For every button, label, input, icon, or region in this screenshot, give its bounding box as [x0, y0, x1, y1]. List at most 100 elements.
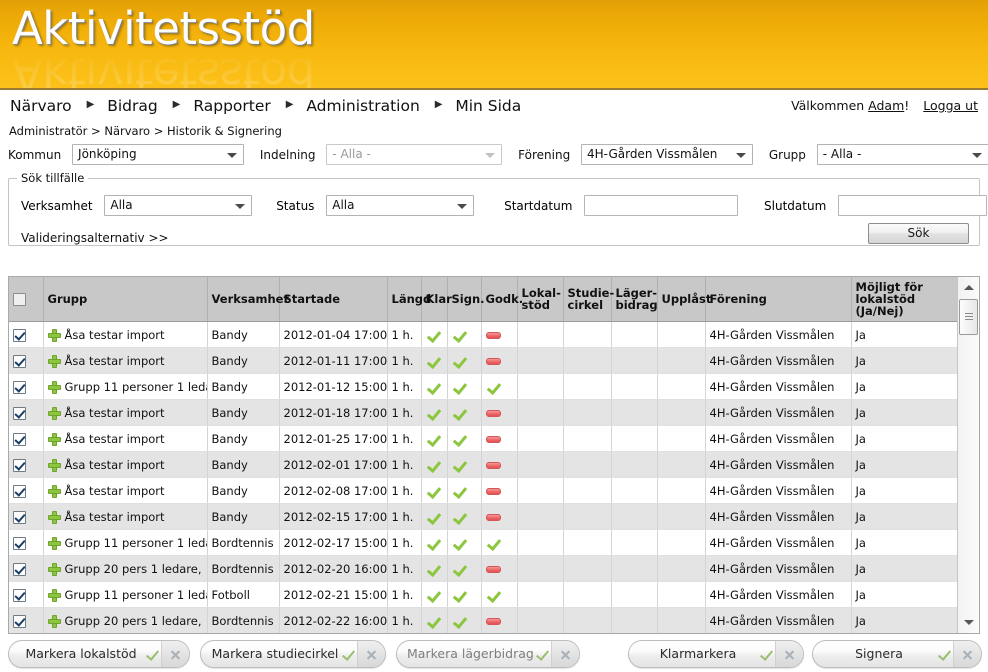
row-checkbox[interactable]	[13, 380, 26, 394]
header-lagerbidrag[interactable]: Läger-bidrag	[611, 277, 658, 322]
row-select-cell	[9, 607, 44, 633]
expand-plus-icon[interactable]	[47, 562, 61, 576]
expand-plus-icon[interactable]	[47, 588, 61, 602]
cell-klar	[421, 451, 448, 478]
cell-sign	[447, 321, 482, 348]
header-lokalstod[interactable]: Lokal-stöd	[517, 277, 564, 322]
expand-plus-icon[interactable]	[47, 458, 61, 472]
header-sign[interactable]: Sign.	[447, 277, 485, 322]
clear-icon[interactable]	[775, 641, 803, 667]
check-icon	[452, 459, 466, 471]
row-checkbox[interactable]	[13, 328, 26, 342]
cell-mojligt-lokalstod: Ja	[851, 347, 957, 374]
minus-icon	[485, 565, 501, 573]
expand-plus-icon[interactable]	[47, 354, 61, 368]
check-icon[interactable]	[760, 648, 773, 660]
search-button[interactable]: Sök	[868, 223, 969, 244]
markera-studiecirkel-button[interactable]: Markera studiecirkel	[200, 640, 386, 668]
expand-plus-icon[interactable]	[47, 432, 61, 446]
header-upplast[interactable]: Upplåst	[657, 277, 711, 322]
scrollbar-thumb[interactable]	[959, 299, 978, 335]
slutdatum-input[interactable]	[838, 195, 988, 216]
row-checkbox[interactable]	[13, 458, 26, 472]
row-checkbox[interactable]	[13, 562, 26, 576]
row-checkbox[interactable]	[13, 406, 26, 420]
clear-icon[interactable]	[161, 641, 189, 667]
validation-options-link[interactable]: Valideringsalternativ >>	[21, 231, 169, 245]
cell-langd: 1 h.	[387, 607, 422, 633]
header-langd[interactable]: Längd	[387, 277, 431, 322]
page-root: Aktivitetsstöd Aktivitetsstöd Närvaro ▶ …	[0, 0, 988, 672]
expand-plus-icon[interactable]	[47, 536, 61, 550]
table-row: Grupp 11 personer 1 ledareBordtennis2012…	[9, 529, 957, 556]
header-forening[interactable]: Förening	[705, 277, 852, 322]
markera-lagerbidrag-button[interactable]: Markera lägerbidrag	[396, 640, 580, 668]
kommun-select[interactable]: Jönköping	[72, 144, 245, 165]
cell-grupp-text: Åsa testar import	[64, 483, 165, 498]
header-mojligt-lokalstod[interactable]: Möjligt för lokalstöd (Ja/Nej)	[851, 277, 957, 322]
triangle-down-icon	[964, 620, 974, 625]
vertical-scrollbar[interactable]	[957, 277, 979, 633]
header-startade[interactable]: Startade	[279, 277, 388, 322]
nav-item-administration[interactable]: Administration	[304, 97, 421, 115]
scroll-down-button[interactable]	[960, 614, 977, 631]
grupp-select[interactable]: - Alla -	[816, 144, 988, 165]
header-grupp[interactable]: Grupp	[43, 277, 208, 322]
row-checkbox[interactable]	[13, 536, 26, 550]
cell-grupp-text: Grupp 11 personer 1 ledare	[64, 587, 207, 602]
row-select-cell	[9, 451, 44, 478]
logout-link[interactable]: Logga ut	[923, 98, 978, 113]
klarmarkera-button[interactable]: Klarmarkera	[628, 640, 804, 668]
expand-plus-icon[interactable]	[47, 510, 61, 524]
nav-item-narvaro[interactable]: Närvaro	[8, 97, 74, 115]
header-godk[interactable]: Godk.	[481, 277, 523, 322]
scroll-up-button[interactable]	[960, 279, 977, 296]
clear-icon[interactable]	[357, 641, 385, 667]
row-checkbox[interactable]	[13, 432, 26, 446]
clear-icon[interactable]	[953, 641, 981, 667]
row-checkbox[interactable]	[13, 510, 26, 524]
expand-plus-icon[interactable]	[47, 406, 61, 420]
minus-icon	[485, 409, 501, 417]
nav-item-rapporter[interactable]: Rapporter	[191, 97, 272, 115]
header-verksamhet[interactable]: Verksamhet	[207, 277, 289, 322]
check-icon[interactable]	[342, 648, 355, 660]
signera-button[interactable]: Signera	[812, 640, 982, 668]
current-user-link[interactable]: Adam	[868, 98, 904, 113]
check-icon	[452, 381, 466, 393]
check-icon	[452, 563, 466, 575]
verksamhet-select[interactable]: Alla	[104, 195, 253, 216]
cell-forening: 4H-Gården Vissmålen	[705, 399, 852, 426]
check-icon[interactable]	[146, 648, 159, 660]
indelning-select[interactable]: - Alla -	[326, 144, 503, 165]
nav-item-bidrag[interactable]: Bidrag	[105, 97, 160, 115]
check-icon	[452, 329, 466, 341]
cell-klar	[421, 347, 448, 374]
cell-langd: 1 h.	[387, 503, 422, 530]
startdatum-input[interactable]	[584, 195, 739, 216]
check-icon	[426, 589, 440, 601]
expand-plus-icon[interactable]	[47, 614, 61, 628]
row-checkbox[interactable]	[13, 354, 26, 368]
forening-select[interactable]: 4H-Gården Vissmålen	[581, 144, 754, 165]
check-icon	[452, 407, 466, 419]
select-all-checkbox[interactable]	[13, 292, 26, 306]
markera-lokalstod-button[interactable]: Markera lokalstöd	[8, 640, 190, 668]
expand-plus-icon[interactable]	[47, 484, 61, 498]
row-checkbox[interactable]	[13, 614, 26, 628]
status-select[interactable]: Alla	[326, 195, 475, 216]
cell-grupp-text: Grupp 11 personer 1 ledare	[64, 535, 207, 550]
nav-item-min-sida[interactable]: Min Sida	[453, 97, 523, 115]
check-icon[interactable]	[536, 648, 549, 660]
expand-plus-icon[interactable]	[47, 328, 61, 342]
cell-grupp-text: Åsa testar import	[64, 405, 165, 420]
row-checkbox[interactable]	[13, 484, 26, 498]
row-checkbox[interactable]	[13, 588, 26, 602]
cell-lagerbidrag	[611, 425, 658, 452]
cell-godk	[481, 347, 518, 374]
check-icon[interactable]	[938, 648, 951, 660]
clear-icon[interactable]	[551, 641, 579, 667]
header-studiecirkel[interactable]: Studie-cirkel	[563, 277, 614, 322]
expand-plus-icon[interactable]	[47, 380, 61, 394]
klarmarkera-label: Klarmarkera	[659, 646, 737, 661]
